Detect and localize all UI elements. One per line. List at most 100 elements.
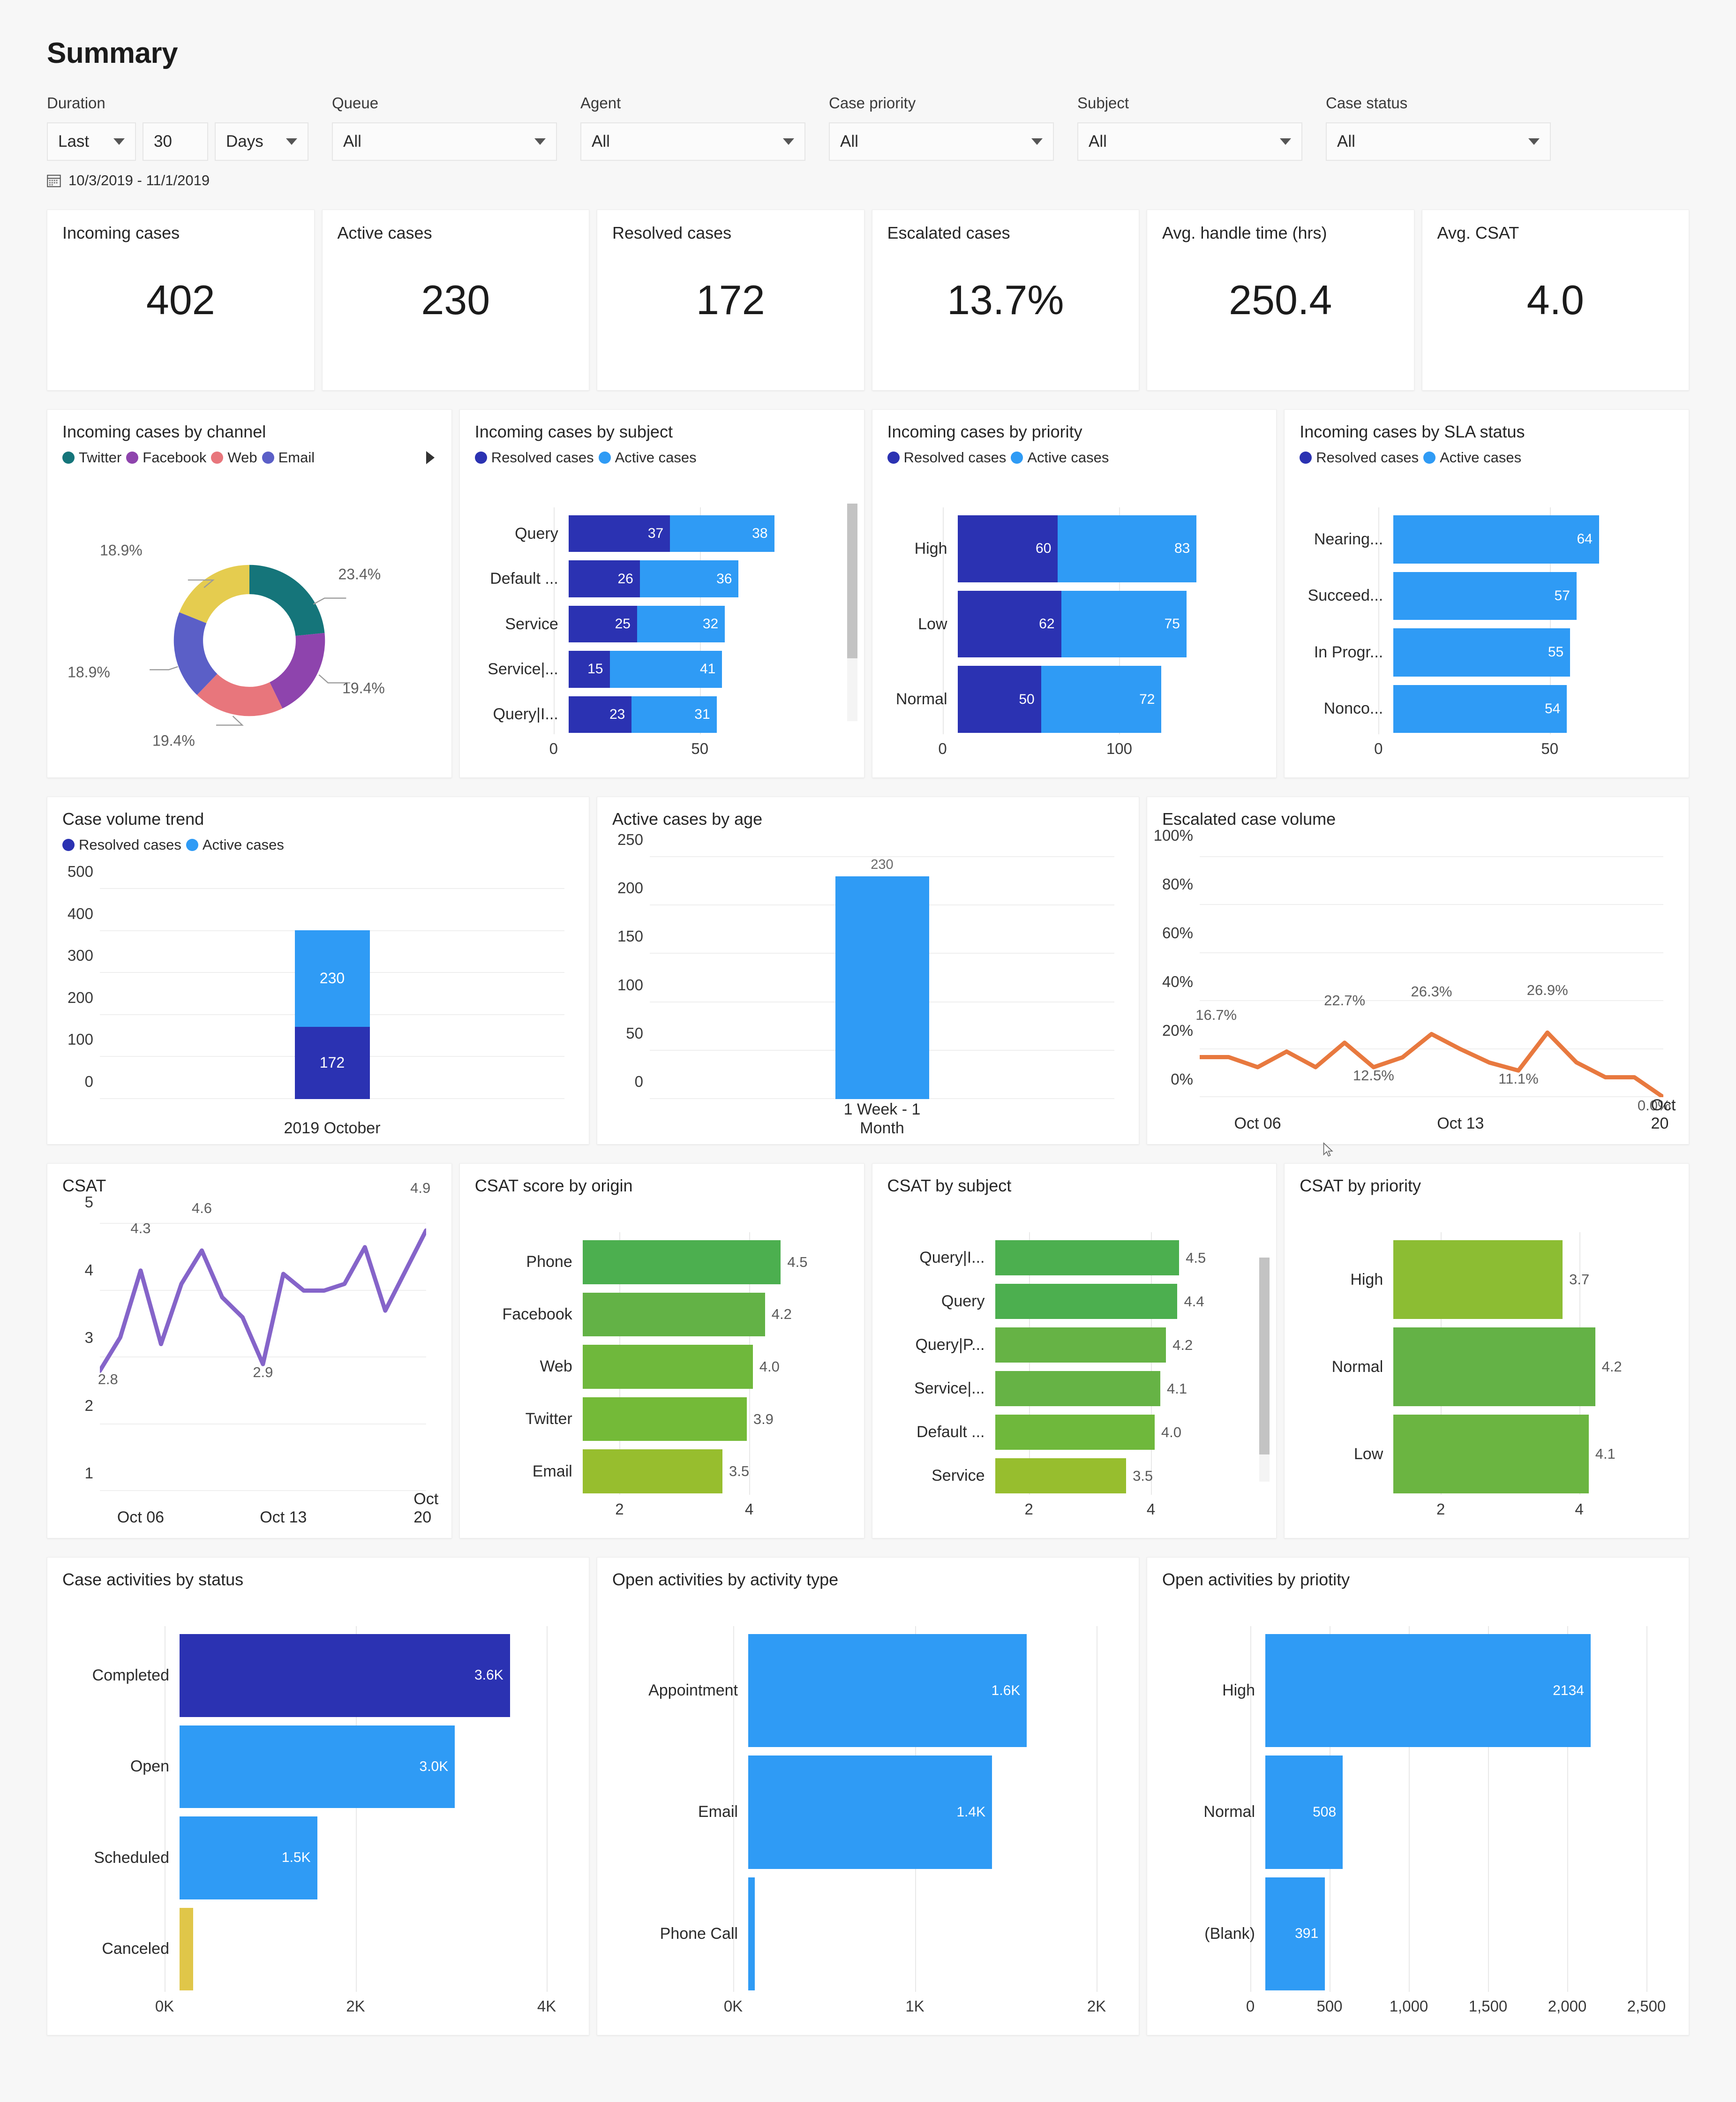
kpi-card-3[interactable]: Escalated cases 13.7% — [872, 210, 1139, 391]
duration-amount-input[interactable]: 30 — [143, 122, 208, 161]
agent-select[interactable]: All — [580, 122, 805, 161]
pie-slice[interactable] — [179, 565, 249, 624]
bar[interactable]: 1.5K — [180, 1816, 317, 1899]
subject-select[interactable]: All — [1077, 122, 1302, 161]
card-active-cases-by-age[interactable]: Active cases by age 0 50 100 150 200 250 230 … — [597, 797, 1139, 1145]
card-open-activities-by-priotity[interactable]: Open activities by priotity High 2134 No… — [1147, 1557, 1689, 2035]
card-escalated-case-volume[interactable]: Escalated case volume 0% 20% 40% 60% 80% 100%… — [1147, 797, 1689, 1145]
bar-segment[interactable]: 41 — [609, 651, 722, 688]
chart-scrollbar[interactable] — [847, 504, 857, 721]
case-status-select[interactable]: All — [1326, 122, 1551, 161]
kpi-card-0[interactable]: Incoming cases 402 — [47, 210, 315, 391]
kpi-card-5[interactable]: Avg. CSAT 4.0 — [1421, 210, 1689, 391]
pie-slice[interactable] — [249, 565, 325, 636]
card-case-volume-trend[interactable]: Case volume trend Resolved cases Active … — [47, 797, 589, 1145]
bar-segment[interactable]: 62 — [957, 590, 1061, 658]
bar[interactable] — [582, 1240, 781, 1284]
data-point-label: 2.9 — [253, 1364, 273, 1381]
bar[interactable] — [995, 1371, 1160, 1406]
bar-segment[interactable]: 37 — [568, 515, 670, 552]
kpi-card-1[interactable]: Active cases 230 — [322, 210, 589, 391]
bar[interactable] — [1393, 1415, 1589, 1493]
bar-segment[interactable]: 25 — [568, 605, 637, 643]
bar-segment[interactable]: 54 — [1393, 685, 1567, 733]
bar[interactable]: 391 — [1265, 1877, 1325, 1990]
legend-item[interactable]: Resolved cases — [887, 449, 1006, 466]
bar-segment[interactable]: 57 — [1393, 572, 1577, 620]
bar[interactable] — [995, 1458, 1127, 1493]
bar-segment[interactable]: 36 — [639, 560, 739, 597]
chart-scrollbar[interactable] — [1259, 1258, 1270, 1482]
bar[interactable]: 3.0K — [180, 1725, 455, 1808]
card-csat-by-subject[interactable]: CSAT by subject Query|I... 4.5 Query 4.4… — [872, 1163, 1277, 1538]
bar-segment[interactable]: 26 — [568, 560, 640, 597]
legend-next-arrow-icon[interactable] — [426, 451, 435, 464]
bar-segment[interactable]: 15 — [568, 651, 610, 688]
bar-value-label: 3.9 — [753, 1410, 774, 1427]
legend-item[interactable]: Web — [211, 449, 257, 466]
bar[interactable] — [180, 1907, 194, 1990]
legend-item[interactable]: Facebook — [126, 449, 206, 466]
legend-item[interactable]: Resolved cases — [474, 449, 594, 466]
bar[interactable] — [1393, 1240, 1563, 1319]
bar[interactable] — [835, 876, 929, 1099]
bar-segment[interactable]: 75 — [1061, 590, 1187, 658]
bar[interactable] — [995, 1240, 1180, 1275]
kpi-card-2[interactable]: Resolved cases 172 — [597, 210, 864, 391]
card-case-activities-by-status[interactable]: Case activities by status Completed 3.6K… — [47, 1557, 589, 2035]
card-csat[interactable]: CSAT 1 2 3 4 5 2.8 4.3 4.6 2.9 4.9 Oct 06 Oct 13 O… — [47, 1163, 452, 1538]
bar[interactable] — [1393, 1327, 1595, 1406]
legend-item[interactable]: Active cases — [1011, 449, 1109, 466]
bar-segment[interactable]: 72 — [1041, 666, 1162, 733]
duration-unit-select[interactable]: Days — [215, 122, 308, 161]
bar-segment[interactable]: 32 — [637, 605, 725, 643]
bar-segment[interactable]: 83 — [1058, 515, 1197, 582]
legend-item[interactable]: Twitter — [62, 449, 121, 466]
card-incoming-cases-by-sla-status[interactable]: Incoming cases by SLA status Resolved ca… — [1284, 409, 1689, 778]
bar[interactable] — [995, 1415, 1155, 1450]
bar-segment[interactable]: 23 — [568, 696, 632, 733]
case-priority-select[interactable]: All — [829, 122, 1054, 161]
card-csat-score-by-origin[interactable]: CSAT score by origin Phone 4.5 Facebook … — [459, 1163, 864, 1538]
bar[interactable] — [582, 1397, 747, 1441]
bar-segment[interactable]: 60 — [957, 515, 1058, 582]
bar[interactable]: 1.6K — [748, 1634, 1027, 1748]
bar-segment[interactable]: 31 — [631, 696, 717, 733]
bar-segment[interactable]: 50 — [957, 666, 1041, 733]
queue-select[interactable]: All — [332, 122, 557, 161]
bar[interactable]: 230 172 — [294, 930, 370, 1099]
bar[interactable]: 508 — [1265, 1755, 1343, 1869]
bar-segment[interactable]: 55 — [1393, 628, 1571, 677]
bar[interactable] — [748, 1877, 755, 1990]
bar[interactable] — [995, 1327, 1166, 1363]
bar[interactable]: 3.6K — [180, 1634, 510, 1717]
kpi-card-4[interactable]: Avg. handle time (hrs) 250.4 — [1147, 210, 1414, 391]
bar[interactable] — [582, 1345, 753, 1389]
card-open-activities-by-activity-type[interactable]: Open activities by activity type Appoint… — [597, 1557, 1139, 2035]
bar[interactable] — [582, 1449, 722, 1493]
kpi-value: 13.7% — [947, 277, 1064, 323]
bar[interactable]: 1.4K — [748, 1755, 992, 1869]
legend-item[interactable]: Resolved cases — [1300, 449, 1419, 466]
card-csat-by-priority[interactable]: CSAT by priority High 3.7 Normal 4.2 Low… — [1284, 1142, 1689, 1538]
bar-segment[interactable]: 172 — [294, 1026, 370, 1099]
bar-segment[interactable]: 38 — [670, 515, 774, 552]
chart-row: Open 3.0K — [62, 1721, 589, 1813]
bar-value-label: 83 — [1174, 541, 1190, 557]
card-incoming-cases-by-priority[interactable]: Incoming cases by priority Resolved case… — [872, 409, 1277, 778]
pie-slice[interactable] — [270, 633, 325, 709]
legend-item[interactable]: Resolved cases — [62, 836, 181, 853]
legend-item[interactable]: Email — [262, 449, 315, 466]
legend-item[interactable]: Active cases — [186, 836, 284, 853]
bar[interactable] — [582, 1292, 765, 1337]
card-incoming-cases-by-channel[interactable]: Incoming cases by channel Twitter Facebo… — [47, 409, 452, 778]
legend-item[interactable]: Active cases — [1423, 449, 1521, 466]
bar-segment[interactable]: 230 — [294, 930, 370, 1027]
card-incoming-cases-by-subject[interactable]: Incoming cases by subject Resolved cases… — [459, 409, 864, 778]
bar[interactable] — [995, 1284, 1178, 1319]
bar[interactable]: 2134 — [1265, 1634, 1591, 1748]
legend-item[interactable]: Active cases — [598, 449, 697, 466]
bar-segment[interactable]: 64 — [1393, 515, 1599, 564]
chart-plot: 23.4% 19.4% 19.4% 18.9% 18.9% — [47, 508, 451, 773]
duration-relative-select[interactable]: Last — [47, 122, 136, 161]
